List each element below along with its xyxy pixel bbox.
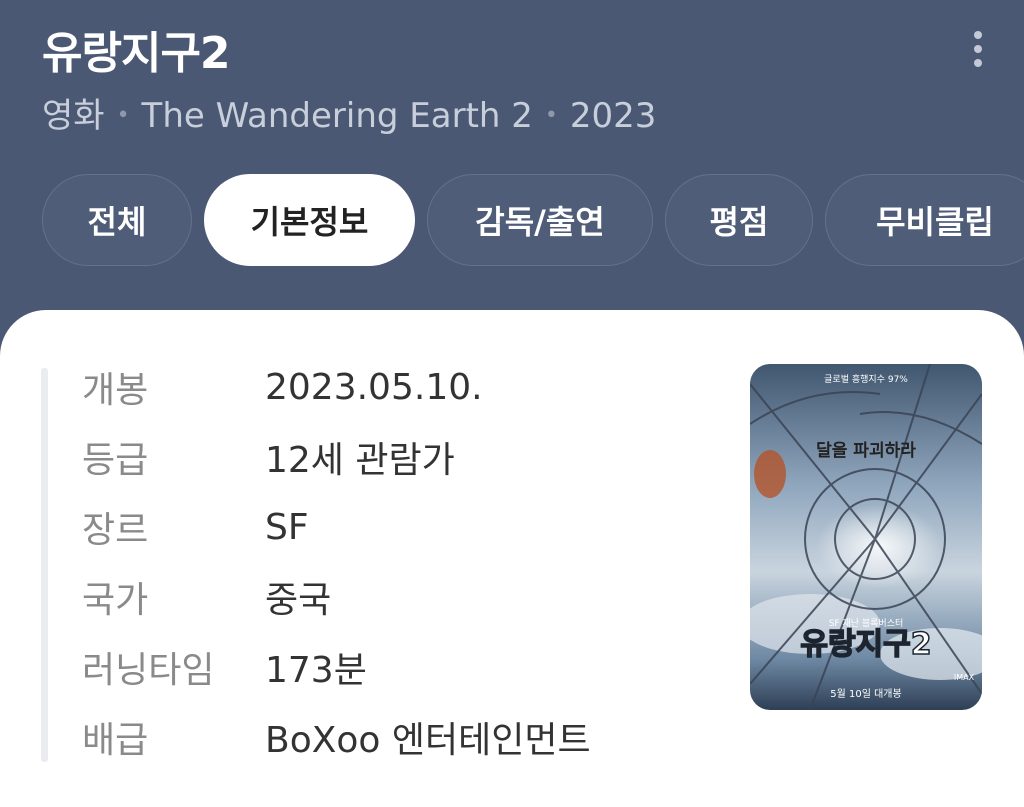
info-row-release: 개봉 2023.05.10. xyxy=(82,352,483,422)
more-options-button[interactable] xyxy=(958,26,998,72)
quote-bar xyxy=(41,368,48,762)
poster-release: 5월 10일 대개봉 xyxy=(830,688,901,700)
more-dot-icon xyxy=(974,59,982,67)
tab-basic-info[interactable]: 기본정보 xyxy=(204,174,415,266)
info-value: 2023.05.10. xyxy=(265,366,483,408)
info-value: SF xyxy=(265,506,309,548)
info-row-distributor: 배급 BoXoo 엔터테인먼트 xyxy=(82,702,591,772)
tab-rating[interactable]: 평점 xyxy=(665,174,813,266)
poster-imax: IMAX xyxy=(954,673,975,682)
more-dot-icon xyxy=(974,45,982,53)
info-row-genre: 장르 SF xyxy=(82,492,309,562)
header: 유랑지구2 영화 • The Wandering Earth 2 • 2023 … xyxy=(0,0,1024,330)
info-value: 중국 xyxy=(265,580,332,621)
subtitle-original-title: The Wandering Earth 2 xyxy=(141,96,533,136)
separator-dot-icon: • xyxy=(116,103,130,128)
poster-top-text: 글로벌 흥행지수 97% xyxy=(824,373,908,385)
info-label: 국가 xyxy=(82,580,149,621)
info-row-runtime: 러닝타임 173분 xyxy=(82,632,367,702)
info-row-rating: 등급 12세 관람가 xyxy=(82,422,455,492)
poster-title: 유랑지구2 xyxy=(800,627,931,662)
more-dot-icon xyxy=(974,31,982,39)
info-label: 등급 xyxy=(82,440,149,481)
subtitle-year: 2023 xyxy=(569,96,657,136)
info-label: 장르 xyxy=(82,510,149,551)
poster-tagline: 달을 파괴하라 xyxy=(816,440,916,461)
subtitle: 영화 • The Wandering Earth 2 • 2023 xyxy=(42,92,656,140)
tab-all[interactable]: 전체 xyxy=(42,174,192,266)
separator-dot-icon: • xyxy=(544,103,558,128)
subtitle-type: 영화 xyxy=(42,96,105,136)
poster-image: 글로벌 흥행지수 97% 달을 파괴하라 SF 재난 블록버스터 유랑지구2 I… xyxy=(750,364,982,710)
tab-director-cast[interactable]: 감독/출연 xyxy=(427,174,653,266)
info-label: 배급 xyxy=(82,720,149,761)
movie-poster[interactable]: 글로벌 흥행지수 97% 달을 파괴하라 SF 재난 블록버스터 유랑지구2 I… xyxy=(750,364,982,710)
info-label: 개봉 xyxy=(82,370,149,411)
info-row-country: 국가 중국 xyxy=(82,562,331,632)
page-title: 유랑지구2 xyxy=(42,28,231,79)
info-label: 러닝타임 xyxy=(82,650,215,691)
info-value: BoXoo 엔터테인먼트 xyxy=(265,720,591,761)
info-value: 12세 관람가 xyxy=(265,440,455,481)
info-value: 173분 xyxy=(265,650,367,691)
tab-movie-clip[interactable]: 무비클립 xyxy=(825,174,1024,266)
